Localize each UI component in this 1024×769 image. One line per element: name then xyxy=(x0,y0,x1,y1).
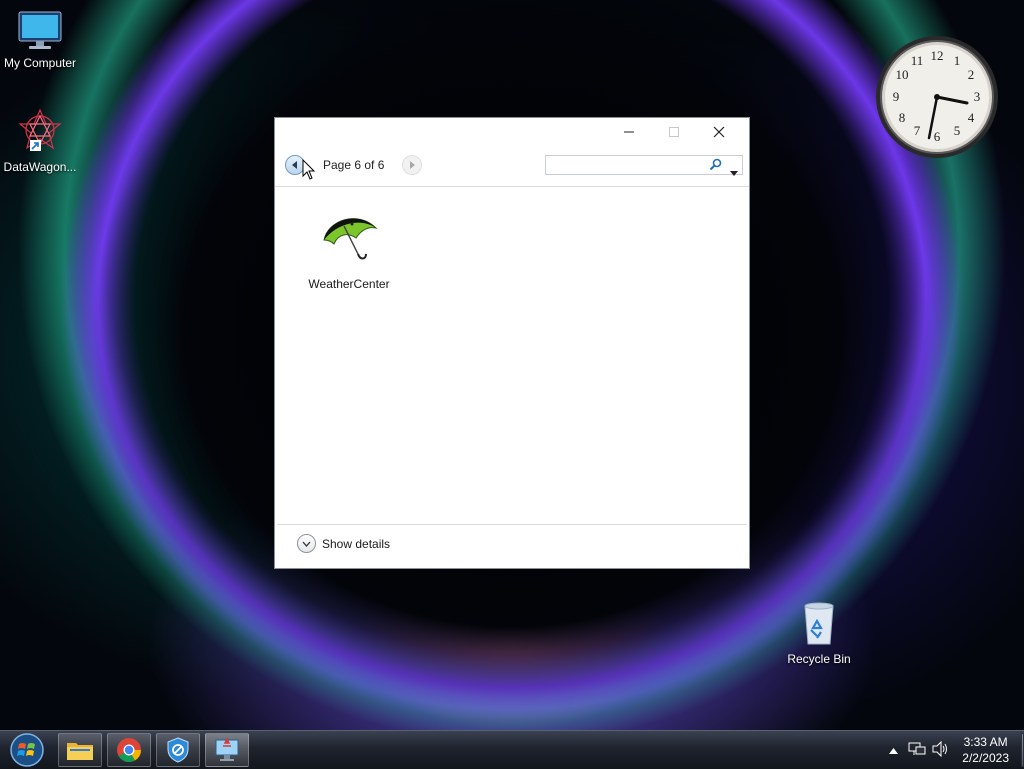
toolbar-divider xyxy=(275,186,749,187)
taskbar-time: 3:33 AM xyxy=(963,735,1008,749)
clock-numeral-5: 5 xyxy=(954,123,961,138)
arrow-left-icon xyxy=(292,161,297,169)
clock-gadget[interactable]: 12 1 2 3 4 5 6 7 8 9 10 11 xyxy=(874,34,1000,160)
clock-numeral-1: 1 xyxy=(954,53,961,68)
taskbar-gadgets[interactable] xyxy=(205,733,249,767)
desktop-icon-label: DataWagon... xyxy=(3,160,77,174)
desktop-background: My Computer DataWagon... Recycle Bin 12 … xyxy=(0,0,1024,730)
taskbar-file-explorer[interactable] xyxy=(58,733,102,767)
clock-numeral-7: 7 xyxy=(914,123,921,138)
search-icon[interactable] xyxy=(709,158,722,176)
clock-numeral-6: 6 xyxy=(934,129,941,144)
show-details-label: Show details xyxy=(322,536,391,551)
chrome-icon xyxy=(117,738,141,763)
maximize-button[interactable] xyxy=(652,118,696,146)
system-tray: 3:33 AM 2/2/2023 xyxy=(889,731,1024,769)
show-hidden-icons-icon[interactable] xyxy=(889,743,899,757)
desktop-icon-label: Recycle Bin xyxy=(787,652,851,666)
search-dropdown-icon[interactable] xyxy=(730,163,738,181)
details-divider xyxy=(277,524,747,525)
close-button[interactable] xyxy=(697,118,741,146)
file-explorer-icon xyxy=(67,743,93,760)
taskbar-chrome[interactable] xyxy=(107,733,151,767)
network-icon[interactable] xyxy=(908,741,926,760)
taskbar: 3:33 AM 2/2/2023 xyxy=(0,730,1024,769)
show-details-toggle[interactable]: Show details xyxy=(297,534,390,553)
network-monitor-icon xyxy=(215,737,239,761)
clock-numeral-11: 11 xyxy=(911,53,924,68)
monitor-icon xyxy=(18,11,62,49)
desktop-icon-datawagon[interactable]: DataWagon... xyxy=(0,106,80,174)
start-button[interactable] xyxy=(4,733,50,767)
search-gadgets-box[interactable] xyxy=(545,155,743,176)
maximize-icon xyxy=(669,127,679,137)
clock-numeral-4: 4 xyxy=(968,110,975,125)
search-input[interactable] xyxy=(550,157,704,175)
clock-numeral-2: 2 xyxy=(968,67,975,82)
next-page-button[interactable] xyxy=(402,155,423,175)
clock-numeral-9: 9 xyxy=(893,89,900,104)
clock-numeral-12: 12 xyxy=(931,48,944,63)
taskbar-clock[interactable]: 3:33 AM 2/2/2023 xyxy=(962,734,1009,766)
volume-icon[interactable] xyxy=(932,740,950,760)
clock-numeral-3: 3 xyxy=(974,89,981,104)
desktop-icon-recycle-bin[interactable]: Recycle Bin xyxy=(779,602,859,666)
arrow-right-icon xyxy=(410,161,416,169)
chevron-down-icon xyxy=(297,534,316,553)
gadget-gallery-window: Page 6 of 6 WeatherCenter Show details xyxy=(274,117,750,569)
page-indicator: Page 6 of 6 xyxy=(323,158,385,172)
windows-start-icon xyxy=(10,733,44,767)
gadget-item-weathercenter[interactable]: WeatherCenter xyxy=(303,210,395,291)
close-icon xyxy=(713,126,725,138)
clock-numeral-10: 10 xyxy=(896,67,909,82)
gadget-item-label: WeatherCenter xyxy=(308,277,390,291)
mouse-cursor-icon xyxy=(302,159,316,180)
umbrella-icon xyxy=(323,218,378,260)
shield-icon xyxy=(167,737,189,763)
taskbar-date: 2/2/2023 xyxy=(962,751,1009,765)
desktop-icon-label: My Computer xyxy=(3,56,77,70)
recycle-bin-icon xyxy=(804,602,834,645)
taskbar-security-app[interactable] xyxy=(156,733,200,767)
clock-numeral-8: 8 xyxy=(899,110,906,125)
desktop-icon-my-computer[interactable]: My Computer xyxy=(0,10,80,70)
minimize-button[interactable] xyxy=(607,118,651,146)
spirograph-shortcut-icon xyxy=(18,108,62,151)
minimize-icon xyxy=(624,131,634,133)
